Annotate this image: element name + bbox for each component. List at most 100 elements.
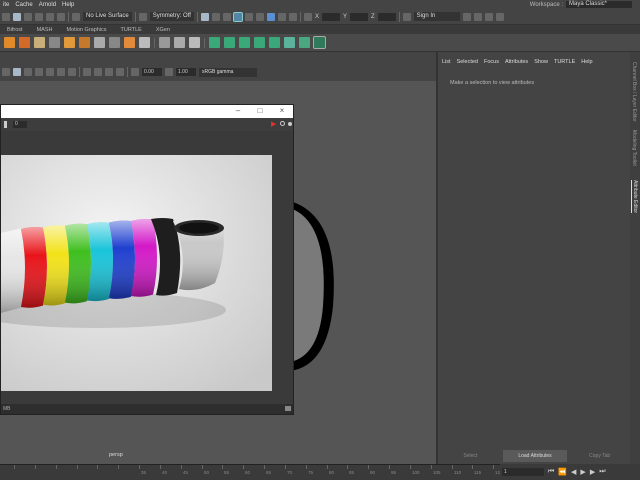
render-sequence-icon[interactable] xyxy=(211,12,220,21)
sphere-tool-icon[interactable] xyxy=(19,37,30,48)
maximize-icon[interactable]: □ xyxy=(256,107,264,115)
cone-tool-icon[interactable] xyxy=(64,37,75,48)
plane-tool-icon[interactable] xyxy=(94,37,105,48)
play-icon[interactable]: ▶ xyxy=(580,468,585,476)
step-back-icon[interactable]: ◀ xyxy=(571,468,576,476)
hypershade-icon[interactable] xyxy=(244,12,253,21)
exposure-field[interactable]: 0.00 xyxy=(142,68,162,76)
select-button[interactable]: Select xyxy=(438,450,503,462)
textured-icon[interactable] xyxy=(35,68,43,76)
uv-planar-icon[interactable] xyxy=(239,37,250,48)
wireframe-icon[interactable] xyxy=(13,68,21,76)
bend-tool-icon[interactable] xyxy=(139,37,150,48)
step-back-key-icon[interactable]: ⏪ xyxy=(558,468,567,476)
render-view-window[interactable]: – □ × 0 ▶ MB xyxy=(0,104,294,415)
symmetry-dropdown[interactable]: Symmetry: Off xyxy=(149,12,194,21)
refresh-icon[interactable] xyxy=(280,121,285,126)
uv-cylindrical-icon[interactable] xyxy=(254,37,265,48)
lattice-tool-icon[interactable] xyxy=(109,37,120,48)
side-tab-attribute-editor[interactable]: Attribute Editor xyxy=(631,180,638,214)
light-icon[interactable] xyxy=(277,12,286,21)
snapshot-icon[interactable] xyxy=(288,122,292,126)
close-icon[interactable]: × xyxy=(278,107,286,115)
uv-grid-icon[interactable] xyxy=(284,37,295,48)
live-surface-icon[interactable] xyxy=(72,12,80,21)
sidebar-toggle-icon[interactable] xyxy=(462,12,471,21)
sidebar-toggle-icon-4[interactable] xyxy=(495,12,504,21)
symmetry-icon[interactable] xyxy=(138,12,147,21)
backface-icon[interactable] xyxy=(105,68,113,76)
xray-icon[interactable] xyxy=(94,68,102,76)
shadows-icon[interactable] xyxy=(57,68,65,76)
ae-menu-help[interactable]: Help xyxy=(581,59,592,68)
z-field[interactable] xyxy=(377,12,396,21)
ae-menu-turtle[interactable]: TURTLE xyxy=(554,59,575,68)
camera-icon[interactable] xyxy=(2,68,10,76)
magnet-icon[interactable] xyxy=(46,12,54,21)
split-tool-icon[interactable] xyxy=(174,37,185,48)
render-icon[interactable]: ▶ xyxy=(271,120,276,128)
snap-view-icon[interactable] xyxy=(57,12,65,21)
shelf-tab-mash[interactable]: MASH xyxy=(30,27,60,33)
render-view-titlebar[interactable]: – □ × xyxy=(1,105,293,118)
lights-icon[interactable] xyxy=(46,68,54,76)
arnold-render-icon[interactable] xyxy=(266,12,275,21)
isolate-icon[interactable] xyxy=(83,68,91,76)
ae-menu-attributes[interactable]: Attributes xyxy=(505,59,528,68)
arnold-icon[interactable] xyxy=(288,12,297,21)
render-settings-icon[interactable] xyxy=(255,12,264,21)
exposure-icon[interactable] xyxy=(131,68,139,76)
uv-unfold-icon[interactable] xyxy=(224,37,235,48)
time-slider[interactable]: 35 40 45 50 55 60 65 70 75 80 85 90 95 100 105 110 115 12… xyxy=(0,464,503,480)
current-frame-field[interactable]: 1 xyxy=(502,468,544,476)
snap-icon[interactable] xyxy=(24,12,32,21)
gamma-field[interactable]: 1.00 xyxy=(176,68,196,76)
menu-item-edit[interactable]: ite xyxy=(0,2,12,8)
uv-spherical-icon[interactable] xyxy=(269,37,280,48)
extrude-tool-icon[interactable] xyxy=(124,37,135,48)
component-mode-icon[interactable] xyxy=(13,12,21,21)
uv-editor-icon[interactable] xyxy=(209,37,220,48)
shelf-tab-xgen[interactable]: XGen xyxy=(149,27,177,33)
shelf-tab-bifrost[interactable]: Bifrost xyxy=(0,27,30,33)
menu-item-arnold[interactable]: Arnold xyxy=(36,2,59,8)
uv-cut-icon[interactable] xyxy=(313,36,326,49)
menu-item-cache[interactable]: Cache xyxy=(12,2,35,8)
step-forward-icon[interactable]: ▶ xyxy=(590,468,595,476)
go-to-end-icon[interactable]: ⏭ xyxy=(599,468,605,476)
sign-in-dropdown[interactable]: Sign In xyxy=(413,12,460,21)
load-attributes-button[interactable]: Load Attributes xyxy=(502,450,568,462)
resize-icon[interactable] xyxy=(285,406,291,411)
y-field[interactable] xyxy=(349,12,368,21)
curve-tool-icon[interactable] xyxy=(4,37,15,48)
shelf-tab-motion-graphics[interactable]: Motion Graphics xyxy=(59,27,113,33)
user-icon[interactable] xyxy=(402,12,411,21)
live-surface-dropdown[interactable]: No Live Surface xyxy=(83,12,132,21)
grid-icon[interactable] xyxy=(116,68,124,76)
colorspace-dropdown[interactable]: sRGB gamma xyxy=(199,67,257,77)
workspace-dropdown[interactable]: Maya Classic* xyxy=(566,1,632,8)
menu-item-help[interactable]: Help xyxy=(59,2,77,8)
connect-tool-icon[interactable] xyxy=(189,37,200,48)
pencil-tool-icon[interactable] xyxy=(159,37,170,48)
ae-menu-focus[interactable]: Focus xyxy=(484,59,499,68)
transform-icon[interactable] xyxy=(303,12,312,21)
ae-menu-list[interactable]: List xyxy=(442,59,451,68)
snap-curve-icon[interactable] xyxy=(35,12,43,21)
minimize-icon[interactable]: – xyxy=(234,107,242,115)
render-view-field[interactable]: 0 xyxy=(13,121,27,128)
uv-layout-icon[interactable] xyxy=(299,37,310,48)
slider-handle[interactable] xyxy=(4,121,7,128)
side-tab-channel-box[interactable]: Channel Box / Layer Editor xyxy=(631,62,637,122)
render-frame-icon[interactable] xyxy=(200,12,209,21)
cylinder-tool-icon[interactable] xyxy=(49,37,60,48)
sidebar-toggle-icon-3[interactable] xyxy=(484,12,493,21)
select-mode-icon[interactable] xyxy=(2,12,10,21)
render-view-icon[interactable] xyxy=(232,11,243,22)
x-field[interactable] xyxy=(321,12,340,21)
shelf-tab-turtle[interactable]: TURTLE xyxy=(114,27,149,33)
ipr-icon[interactable] xyxy=(222,12,231,21)
gamma-icon[interactable] xyxy=(165,68,173,76)
side-tab-modeling-toolkit[interactable]: Modeling Toolkit xyxy=(631,130,637,166)
sidebar-toggle-icon-2[interactable] xyxy=(473,12,482,21)
